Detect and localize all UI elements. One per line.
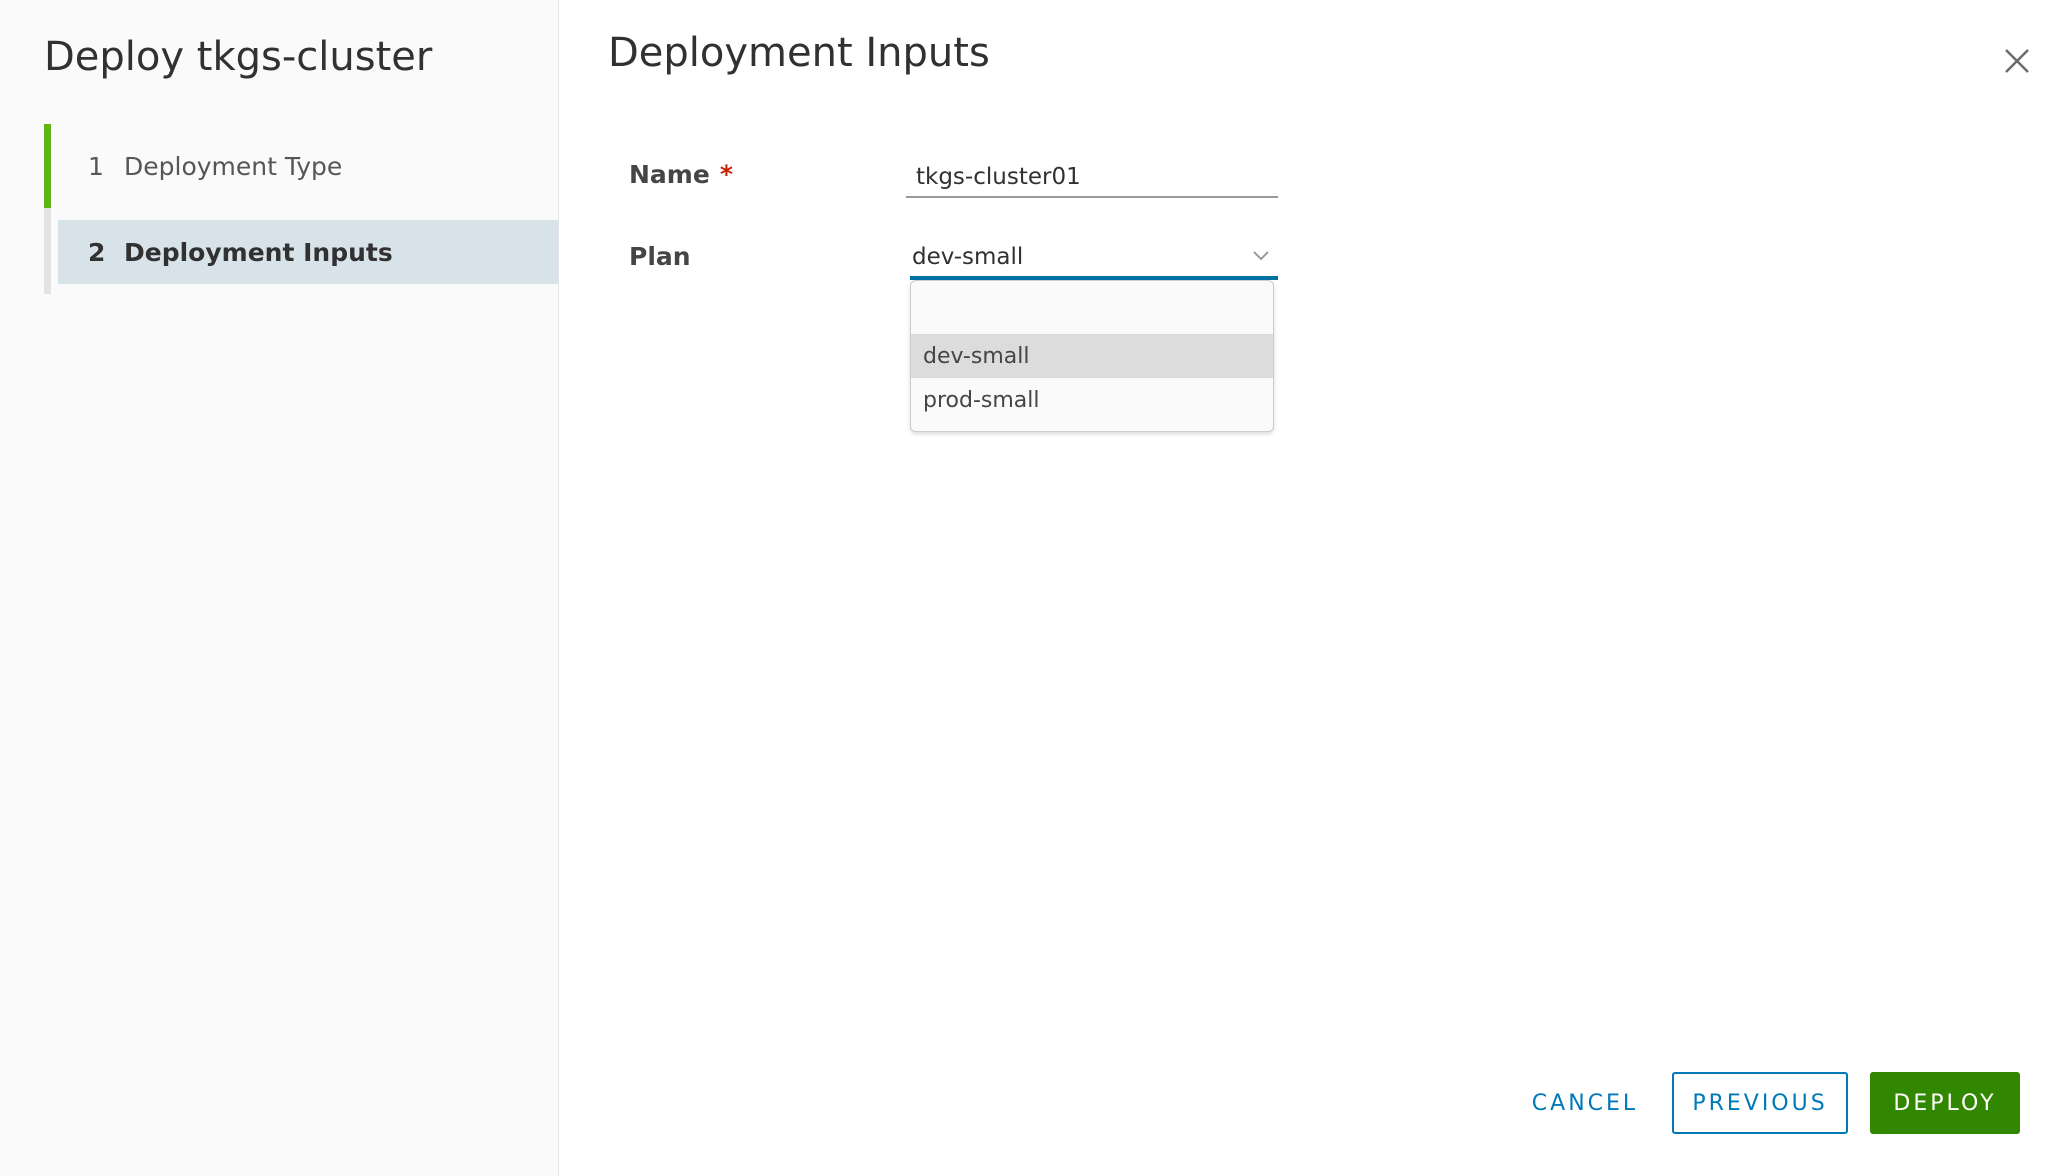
wizard-title: Deploy tkgs-cluster <box>44 34 433 80</box>
wizard-sidebar: Deploy tkgs-cluster 1 Deployment Type 2 … <box>0 0 559 1176</box>
plan-select[interactable]: dev-small <box>910 240 1278 280</box>
close-icon <box>2005 49 2029 73</box>
deploy-wizard-dialog: Deploy tkgs-cluster 1 Deployment Type 2 … <box>0 0 2064 1176</box>
close-button[interactable] <box>2000 44 2034 78</box>
step-number: 1 <box>88 151 104 181</box>
previous-button[interactable]: PREVIOUS <box>1672 1072 1848 1134</box>
page-title: Deployment Inputs <box>608 30 990 76</box>
plan-selected-value: dev-small <box>912 244 1024 270</box>
wizard-step-deployment-inputs[interactable]: 2 Deployment Inputs <box>58 220 558 284</box>
plan-option-dev-small[interactable]: dev-small <box>911 334 1273 378</box>
name-label-text: Name <box>629 160 710 189</box>
required-indicator: * <box>719 160 733 189</box>
wizard-step-deployment-type[interactable]: 1 Deployment Type <box>58 134 558 198</box>
wizard-step-list: 1 Deployment Type 2 Deployment Inputs <box>44 124 558 294</box>
chevron-down-icon <box>1253 251 1269 261</box>
cancel-button[interactable]: CANCEL <box>1514 1072 1656 1134</box>
plan-option-prod-small[interactable]: prod-small <box>911 378 1273 422</box>
name-label: Name * <box>629 160 733 189</box>
deploy-button[interactable]: DEPLOY <box>1870 1072 2020 1134</box>
name-input[interactable] <box>906 158 1278 198</box>
dropdown-filter-input[interactable] <box>911 281 1273 335</box>
step-completed-indicator <box>44 124 51 208</box>
step-number: 2 <box>88 237 106 267</box>
step-label: Deployment Inputs <box>124 237 393 267</box>
plan-dropdown-menu: dev-small prod-small <box>910 280 1274 432</box>
plan-label: Plan <box>629 242 691 271</box>
step-label: Deployment Type <box>124 151 343 181</box>
